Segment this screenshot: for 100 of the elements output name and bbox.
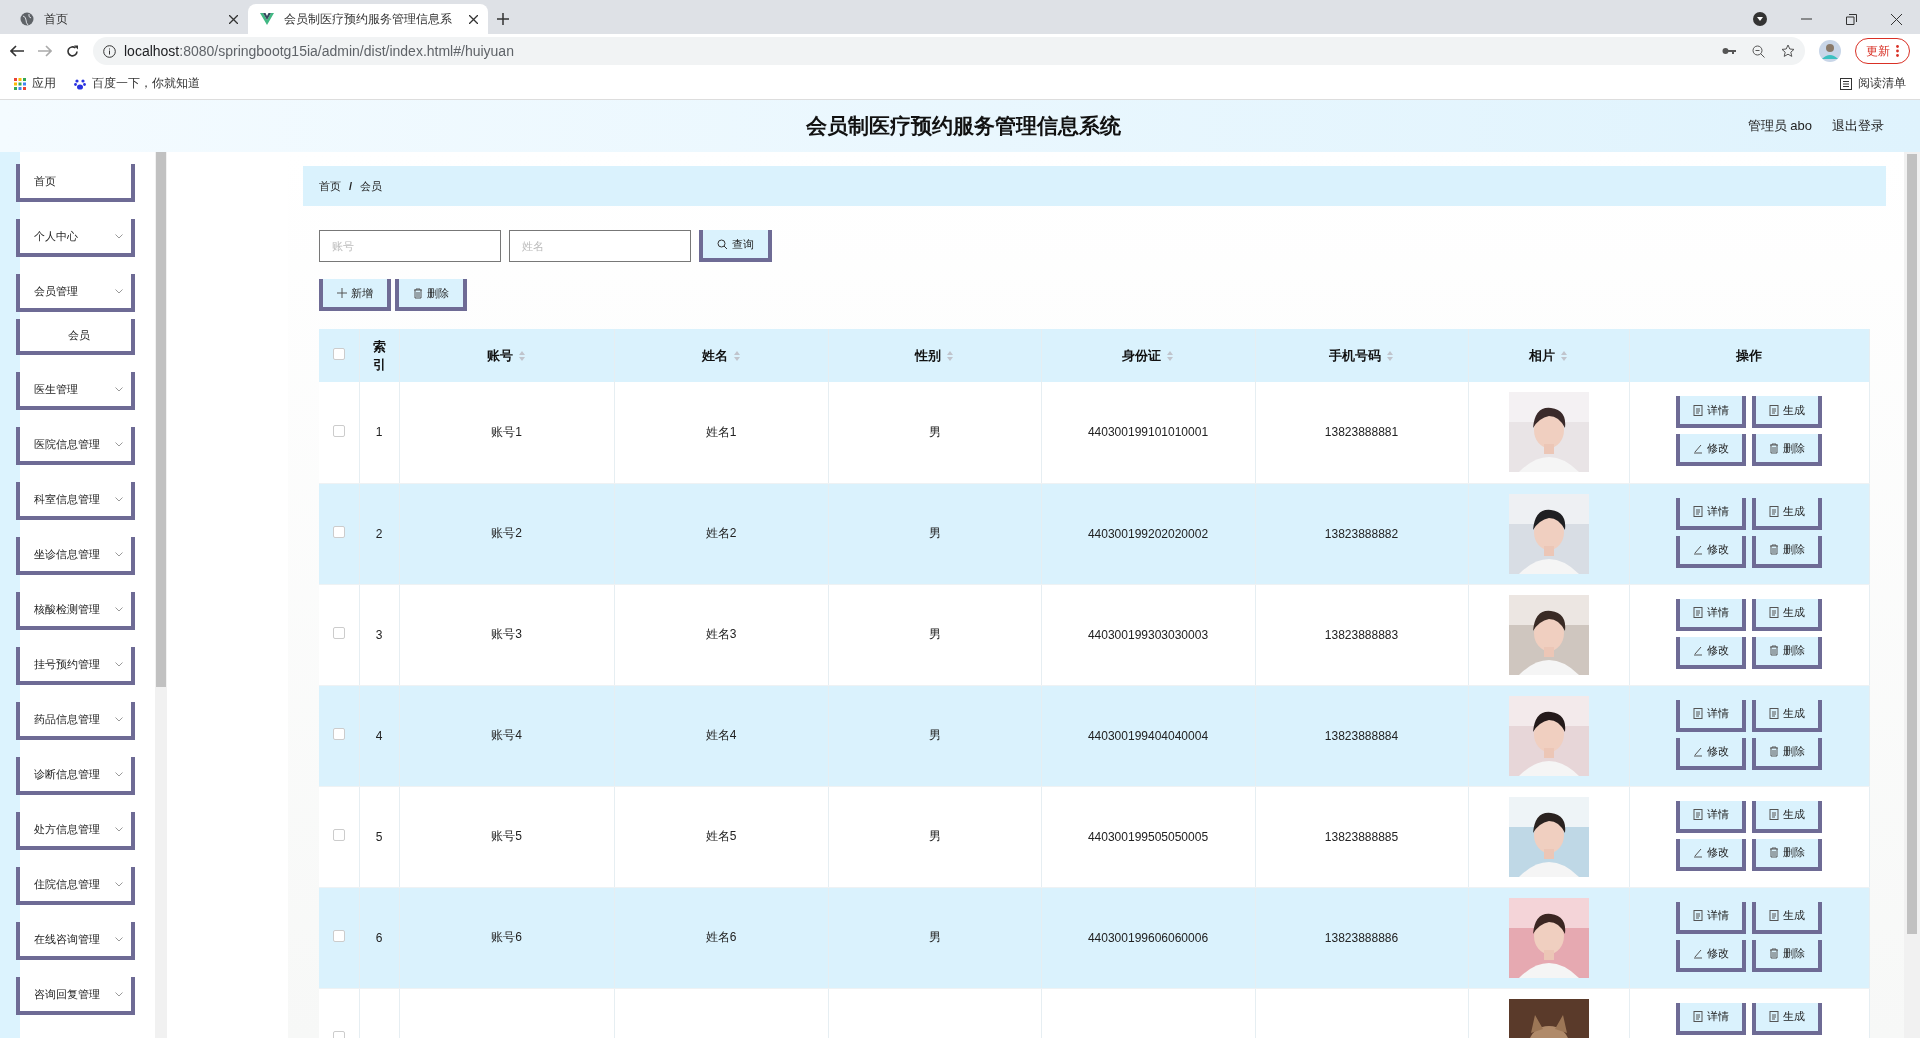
row-action-button[interactable]: 修改 bbox=[1676, 838, 1746, 871]
minimize-icon[interactable] bbox=[1801, 18, 1812, 20]
row-action-button[interactable]: 详情 bbox=[1676, 901, 1746, 934]
v-logo-icon bbox=[260, 13, 274, 25]
plus-icon[interactable] bbox=[497, 13, 509, 25]
row-action-button[interactable]: 修改 bbox=[1676, 939, 1746, 972]
browser-tab[interactable]: 会员制医疗预约服务管理信息系 bbox=[248, 4, 488, 34]
sort-icon[interactable] bbox=[946, 350, 954, 363]
add-button[interactable]: 新增 bbox=[319, 279, 391, 311]
browser-tab[interactable]: 首页 bbox=[8, 4, 248, 34]
row-action-button[interactable]: 详情 bbox=[1676, 699, 1746, 732]
sidebar-menu[interactable]: 科室信息管理 bbox=[16, 482, 135, 520]
star-icon[interactable] bbox=[1781, 44, 1795, 58]
globe-icon bbox=[20, 12, 34, 26]
sidebar-menu[interactable]: 医院信息管理 bbox=[16, 427, 135, 465]
bookmark-link[interactable]: 应用 bbox=[14, 75, 56, 92]
sort-icon[interactable] bbox=[1560, 350, 1568, 363]
sidebar-menu[interactable]: 挂号预约管理 bbox=[16, 647, 135, 685]
checkbox[interactable] bbox=[332, 930, 345, 942]
row-action-button[interactable]: 删除 bbox=[1752, 939, 1822, 972]
row-action-button[interactable]: 详情 bbox=[1676, 598, 1746, 631]
checkbox[interactable] bbox=[332, 526, 345, 538]
restore-icon[interactable] bbox=[1846, 13, 1857, 25]
key-icon[interactable] bbox=[1722, 47, 1736, 55]
scrollbar-thumb[interactable] bbox=[156, 152, 166, 687]
row-action-button[interactable]: 修改 bbox=[1676, 434, 1746, 466]
table-cell: 姓名1 bbox=[705, 424, 737, 439]
row-action-button[interactable]: 详情 bbox=[1676, 497, 1746, 530]
row-action-button[interactable]: 生成 bbox=[1752, 396, 1822, 428]
logout-link[interactable]: 退出登录 bbox=[1832, 117, 1884, 135]
plus-icon bbox=[337, 288, 347, 298]
row-action-button[interactable]: 修改 bbox=[1676, 535, 1746, 568]
forward-arrow-icon[interactable] bbox=[38, 45, 52, 57]
row-action-button[interactable]: 删除 bbox=[1752, 535, 1822, 568]
sidebar-menu[interactable]: 医生管理 bbox=[16, 372, 135, 410]
chevron-down-icon bbox=[115, 661, 123, 667]
sidebar-menu[interactable]: 个人中心 bbox=[16, 219, 135, 257]
sort-icon[interactable] bbox=[518, 350, 526, 363]
sidebar-menu[interactable]: 住院信息管理 bbox=[16, 867, 135, 905]
checkbox[interactable] bbox=[332, 348, 345, 360]
address-bar[interactable]: localhost:8080/springbootg15ia/admin/dist/index.html#/huiyuan bbox=[93, 37, 1805, 65]
close-icon[interactable] bbox=[229, 14, 238, 24]
breadcrumb-link[interactable]: 首页 bbox=[319, 178, 341, 194]
row-action-button[interactable]: 生成 bbox=[1752, 800, 1822, 833]
row-action-button[interactable]: 详情 bbox=[1676, 396, 1746, 428]
update-button[interactable]: 更新 bbox=[1855, 38, 1910, 64]
row-action-button[interactable]: 生成 bbox=[1752, 598, 1822, 631]
column-header[interactable]: 账号 bbox=[487, 347, 513, 363]
checkbox[interactable] bbox=[332, 829, 345, 841]
breadcrumb-link[interactable]: 会员 bbox=[360, 178, 383, 194]
zoom-out-icon[interactable] bbox=[1752, 44, 1765, 58]
row-action-button[interactable]: 删除 bbox=[1752, 737, 1822, 770]
sort-icon[interactable] bbox=[1386, 350, 1394, 363]
row-action-button[interactable]: 删除 bbox=[1752, 434, 1822, 466]
column-header[interactable]: 手机号码 bbox=[1329, 347, 1381, 363]
row-action-button[interactable]: 详情 bbox=[1676, 1002, 1746, 1035]
table-cell: 姓名3 bbox=[705, 627, 737, 641]
sidebar-menu[interactable]: 在线咨询管理 bbox=[16, 922, 135, 960]
dropdown-icon[interactable] bbox=[1753, 12, 1767, 26]
row-action-button[interactable]: 生成 bbox=[1752, 1002, 1822, 1035]
sidebar-menu[interactable]: 药品信息管理 bbox=[16, 702, 135, 740]
row-action-button[interactable]: 生成 bbox=[1752, 497, 1822, 530]
checkbox[interactable] bbox=[332, 627, 345, 639]
row-action-button[interactable]: 详情 bbox=[1676, 800, 1746, 833]
table-cell: 男 bbox=[928, 526, 941, 540]
row-action-button[interactable]: 删除 bbox=[1752, 838, 1822, 871]
sidebar-menu[interactable]: 会员管理 bbox=[16, 274, 135, 312]
checkbox[interactable] bbox=[332, 728, 345, 740]
row-action-button[interactable]: 修改 bbox=[1676, 737, 1746, 770]
reload-icon[interactable] bbox=[66, 44, 79, 58]
table-cell: 姓名6 bbox=[705, 930, 737, 944]
sidebar-menu[interactable]: 处方信息管理 bbox=[16, 812, 135, 850]
row-action-button[interactable]: 生成 bbox=[1752, 901, 1822, 934]
sidebar-menu[interactable]: 咨询回复管理 bbox=[16, 977, 135, 1015]
column-header[interactable]: 相片 bbox=[1529, 347, 1555, 363]
sidebar-item[interactable]: 首页 bbox=[16, 164, 135, 202]
delete-button[interactable]: 删除 bbox=[395, 279, 467, 311]
row-action-button[interactable]: 生成 bbox=[1752, 699, 1822, 732]
column-header[interactable]: 姓名 bbox=[701, 347, 728, 363]
back-arrow-icon[interactable] bbox=[10, 45, 24, 57]
sidebar-subitem[interactable]: 会员 bbox=[16, 319, 135, 355]
avatar-icon[interactable] bbox=[1819, 40, 1841, 62]
sidebar-menu[interactable]: 诊断信息管理 bbox=[16, 757, 135, 795]
sidebar-menu[interactable]: 坐诊信息管理 bbox=[16, 537, 135, 575]
search-field[interactable]: 姓名 bbox=[509, 230, 691, 262]
sort-icon[interactable] bbox=[1166, 350, 1174, 363]
checkbox[interactable] bbox=[332, 424, 345, 437]
reading-list-button[interactable]: 阅读清单 bbox=[1840, 75, 1906, 92]
sidebar-menu[interactable]: 核酸检测管理 bbox=[16, 592, 135, 630]
close-icon[interactable] bbox=[1891, 13, 1902, 25]
column-header[interactable]: 身份证 bbox=[1122, 347, 1161, 363]
close-icon[interactable] bbox=[469, 14, 478, 24]
query-button[interactable]: 查询 bbox=[699, 230, 772, 262]
bookmark-link[interactable]: 百度一下，你就知道 bbox=[74, 75, 200, 92]
column-header[interactable]: 性别 bbox=[915, 347, 941, 363]
row-action-button[interactable]: 删除 bbox=[1752, 636, 1822, 669]
sort-icon[interactable] bbox=[732, 350, 741, 363]
scrollbar-thumb[interactable] bbox=[1907, 154, 1917, 934]
pencil-icon bbox=[1693, 948, 1703, 959]
row-action-button[interactable]: 修改 bbox=[1676, 636, 1746, 669]
